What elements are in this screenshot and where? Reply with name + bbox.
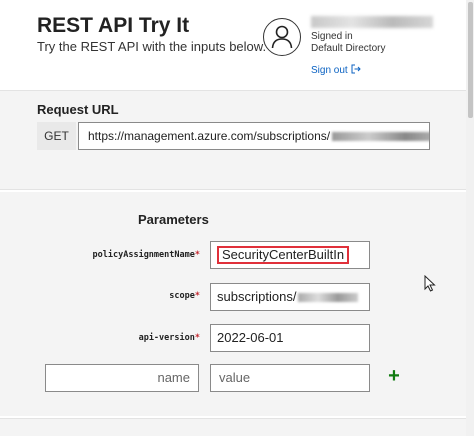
mouse-cursor-icon: [424, 274, 436, 297]
sign-out-icon: [351, 64, 361, 77]
parameters-label: Parameters: [138, 212, 209, 227]
footer-section: [0, 418, 466, 436]
request-url-text: https://management.azure.com/subscriptio…: [88, 129, 331, 143]
highlight-box: SecurityCenterBuiltIn: [217, 246, 350, 264]
redacted-scope-id: [298, 293, 359, 303]
param-label-policyassignmentname: policyAssignmentName*: [92, 250, 200, 260]
sign-out-link[interactable]: Sign out: [311, 64, 361, 77]
request-url-label: Request URL: [37, 102, 119, 117]
header: REST API Try It Try the REST API with th…: [0, 0, 474, 90]
param-label-scope: scope*: [169, 291, 200, 301]
page-subtitle: Try the REST API with the inputs below.: [37, 39, 267, 54]
new-param-value-input[interactable]: value: [210, 364, 370, 392]
param-label-api-version: api-version*: [138, 333, 200, 343]
page-title: REST API Try It: [37, 14, 190, 37]
request-url-field[interactable]: https://management.azure.com/subscriptio…: [78, 122, 430, 150]
redacted-subscription-id: [332, 132, 429, 142]
http-method: GET: [37, 122, 76, 150]
directory-name: Default Directory: [311, 43, 386, 54]
user-avatar-icon[interactable]: [263, 18, 301, 56]
api-version-input[interactable]: 2022-06-01: [210, 324, 370, 352]
policyassignmentname-input[interactable]: SecurityCenterBuiltIn: [210, 241, 370, 269]
add-icon[interactable]: +: [384, 366, 404, 386]
scope-input[interactable]: subscriptions/: [210, 283, 370, 311]
sign-out-label: Sign out: [311, 65, 348, 76]
signed-in-status: Signed in: [311, 31, 353, 42]
new-param-name-input[interactable]: name: [45, 364, 199, 392]
scrollbar-thumb[interactable]: [468, 2, 473, 118]
user-email-redacted: [311, 16, 433, 28]
